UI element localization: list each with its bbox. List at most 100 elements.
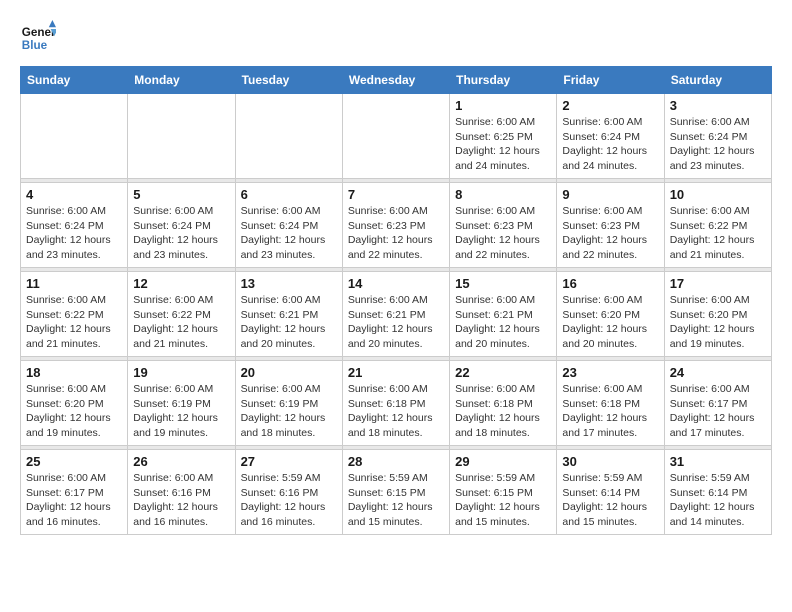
day-info: Sunrise: 6:00 AM Sunset: 6:24 PM Dayligh…: [133, 204, 229, 263]
svg-text:General: General: [22, 26, 56, 39]
day-number: 22: [455, 365, 551, 380]
day-number: 21: [348, 365, 444, 380]
calendar-cell: 2 Sunrise: 6:00 AM Sunset: 6:24 PM Daylig…: [557, 94, 664, 179]
calendar-cell: 21 Sunrise: 6:00 AM Sunset: 6:18 PM Dayli…: [342, 361, 449, 446]
calendar-cell: 11Sunrise: 6:00 AM Sunset: 6:22 PM Dayli…: [21, 272, 128, 357]
day-number: 27: [241, 454, 337, 469]
day-number: 14: [348, 276, 444, 291]
logo: General Blue: [20, 20, 56, 56]
calendar-cell: [235, 94, 342, 179]
day-info: Sunrise: 6:00 AM Sunset: 6:20 PM Dayligh…: [670, 293, 766, 352]
calendar-cell: 8 Sunrise: 6:00 AM Sunset: 6:23 PM Daylig…: [450, 183, 557, 268]
day-number: 9: [562, 187, 658, 202]
svg-text:Blue: Blue: [22, 39, 48, 52]
calendar-cell: 6 Sunrise: 6:00 AM Sunset: 6:24 PM Daylig…: [235, 183, 342, 268]
day-number: 11: [26, 276, 122, 291]
header-wednesday: Wednesday: [342, 67, 449, 94]
calendar: SundayMondayTuesdayWednesdayThursdayFrid…: [20, 66, 772, 535]
day-number: 2: [562, 98, 658, 113]
calendar-cell: [342, 94, 449, 179]
day-number: 4: [26, 187, 122, 202]
calendar-cell: 31Sunrise: 5:59 AM Sunset: 6:14 PM Dayli…: [664, 450, 771, 535]
day-info: Sunrise: 6:00 AM Sunset: 6:17 PM Dayligh…: [26, 471, 122, 530]
day-number: 19: [133, 365, 229, 380]
week-row-4: 18 Sunrise: 6:00 AM Sunset: 6:20 PM Dayli…: [21, 361, 772, 446]
calendar-cell: 15 Sunrise: 6:00 AM Sunset: 6:21 PM Dayli…: [450, 272, 557, 357]
day-number: 6: [241, 187, 337, 202]
day-number: 24: [670, 365, 766, 380]
week-row-5: 25Sunrise: 6:00 AM Sunset: 6:17 PM Dayli…: [21, 450, 772, 535]
header-row: SundayMondayTuesdayWednesdayThursdayFrid…: [21, 67, 772, 94]
calendar-cell: 3 Sunrise: 6:00 AM Sunset: 6:24 PM Daylig…: [664, 94, 771, 179]
day-info: Sunrise: 6:00 AM Sunset: 6:21 PM Dayligh…: [348, 293, 444, 352]
day-info: Sunrise: 6:00 AM Sunset: 6:19 PM Dayligh…: [241, 382, 337, 441]
calendar-cell: 7Sunrise: 6:00 AM Sunset: 6:23 PM Daylig…: [342, 183, 449, 268]
calendar-cell: 18 Sunrise: 6:00 AM Sunset: 6:20 PM Dayli…: [21, 361, 128, 446]
header-friday: Friday: [557, 67, 664, 94]
day-info: Sunrise: 5:59 AM Sunset: 6:14 PM Dayligh…: [562, 471, 658, 530]
day-number: 5: [133, 187, 229, 202]
week-row-1: 1Sunrise: 6:00 AM Sunset: 6:25 PM Daylig…: [21, 94, 772, 179]
day-number: 17: [670, 276, 766, 291]
day-info: Sunrise: 6:00 AM Sunset: 6:19 PM Dayligh…: [133, 382, 229, 441]
day-info: Sunrise: 6:00 AM Sunset: 6:24 PM Dayligh…: [562, 115, 658, 174]
day-info: Sunrise: 6:00 AM Sunset: 6:21 PM Dayligh…: [455, 293, 551, 352]
calendar-cell: 23 Sunrise: 6:00 AM Sunset: 6:18 PM Dayli…: [557, 361, 664, 446]
page-header: General Blue: [20, 20, 772, 56]
calendar-cell: [128, 94, 235, 179]
day-info: Sunrise: 6:00 AM Sunset: 6:18 PM Dayligh…: [562, 382, 658, 441]
day-info: Sunrise: 6:00 AM Sunset: 6:23 PM Dayligh…: [455, 204, 551, 263]
header-sunday: Sunday: [21, 67, 128, 94]
day-info: Sunrise: 6:00 AM Sunset: 6:16 PM Dayligh…: [133, 471, 229, 530]
day-info: Sunrise: 6:00 AM Sunset: 6:23 PM Dayligh…: [562, 204, 658, 263]
day-info: Sunrise: 5:59 AM Sunset: 6:16 PM Dayligh…: [241, 471, 337, 530]
day-info: Sunrise: 6:00 AM Sunset: 6:18 PM Dayligh…: [455, 382, 551, 441]
day-number: 16: [562, 276, 658, 291]
calendar-cell: 1Sunrise: 6:00 AM Sunset: 6:25 PM Daylig…: [450, 94, 557, 179]
day-info: Sunrise: 6:00 AM Sunset: 6:24 PM Dayligh…: [670, 115, 766, 174]
calendar-cell: 13Sunrise: 6:00 AM Sunset: 6:21 PM Dayli…: [235, 272, 342, 357]
day-number: 12: [133, 276, 229, 291]
calendar-cell: 17 Sunrise: 6:00 AM Sunset: 6:20 PM Dayli…: [664, 272, 771, 357]
day-number: 18: [26, 365, 122, 380]
day-info: Sunrise: 6:00 AM Sunset: 6:24 PM Dayligh…: [26, 204, 122, 263]
header-monday: Monday: [128, 67, 235, 94]
day-number: 10: [670, 187, 766, 202]
calendar-cell: 29Sunrise: 5:59 AM Sunset: 6:15 PM Dayli…: [450, 450, 557, 535]
day-number: 8: [455, 187, 551, 202]
calendar-cell: 26 Sunrise: 6:00 AM Sunset: 6:16 PM Dayli…: [128, 450, 235, 535]
day-number: 1: [455, 98, 551, 113]
day-number: 23: [562, 365, 658, 380]
day-number: 20: [241, 365, 337, 380]
calendar-cell: 5 Sunrise: 6:00 AM Sunset: 6:24 PM Daylig…: [128, 183, 235, 268]
calendar-cell: 19 Sunrise: 6:00 AM Sunset: 6:19 PM Dayli…: [128, 361, 235, 446]
logo-icon: General Blue: [20, 20, 56, 56]
header-thursday: Thursday: [450, 67, 557, 94]
day-number: 3: [670, 98, 766, 113]
day-info: Sunrise: 6:00 AM Sunset: 6:17 PM Dayligh…: [670, 382, 766, 441]
calendar-cell: 28Sunrise: 5:59 AM Sunset: 6:15 PM Dayli…: [342, 450, 449, 535]
header-tuesday: Tuesday: [235, 67, 342, 94]
calendar-cell: 4 Sunrise: 6:00 AM Sunset: 6:24 PM Daylig…: [21, 183, 128, 268]
day-number: 30: [562, 454, 658, 469]
day-number: 29: [455, 454, 551, 469]
day-number: 15: [455, 276, 551, 291]
calendar-cell: 12Sunrise: 6:00 AM Sunset: 6:22 PM Dayli…: [128, 272, 235, 357]
day-info: Sunrise: 5:59 AM Sunset: 6:15 PM Dayligh…: [348, 471, 444, 530]
calendar-cell: 10Sunrise: 6:00 AM Sunset: 6:22 PM Dayli…: [664, 183, 771, 268]
day-info: Sunrise: 6:00 AM Sunset: 6:20 PM Dayligh…: [26, 382, 122, 441]
calendar-cell: 27 Sunrise: 5:59 AM Sunset: 6:16 PM Dayli…: [235, 450, 342, 535]
day-number: 26: [133, 454, 229, 469]
day-info: Sunrise: 6:00 AM Sunset: 6:18 PM Dayligh…: [348, 382, 444, 441]
calendar-cell: 16 Sunrise: 6:00 AM Sunset: 6:20 PM Dayli…: [557, 272, 664, 357]
calendar-cell: 25Sunrise: 6:00 AM Sunset: 6:17 PM Dayli…: [21, 450, 128, 535]
day-info: Sunrise: 6:00 AM Sunset: 6:24 PM Dayligh…: [241, 204, 337, 263]
calendar-cell: 9 Sunrise: 6:00 AM Sunset: 6:23 PM Daylig…: [557, 183, 664, 268]
week-row-3: 11Sunrise: 6:00 AM Sunset: 6:22 PM Dayli…: [21, 272, 772, 357]
day-info: Sunrise: 6:00 AM Sunset: 6:20 PM Dayligh…: [562, 293, 658, 352]
week-row-2: 4 Sunrise: 6:00 AM Sunset: 6:24 PM Daylig…: [21, 183, 772, 268]
header-saturday: Saturday: [664, 67, 771, 94]
calendar-cell: 14 Sunrise: 6:00 AM Sunset: 6:21 PM Dayli…: [342, 272, 449, 357]
day-info: Sunrise: 6:00 AM Sunset: 6:21 PM Dayligh…: [241, 293, 337, 352]
day-info: Sunrise: 6:00 AM Sunset: 6:23 PM Dayligh…: [348, 204, 444, 263]
